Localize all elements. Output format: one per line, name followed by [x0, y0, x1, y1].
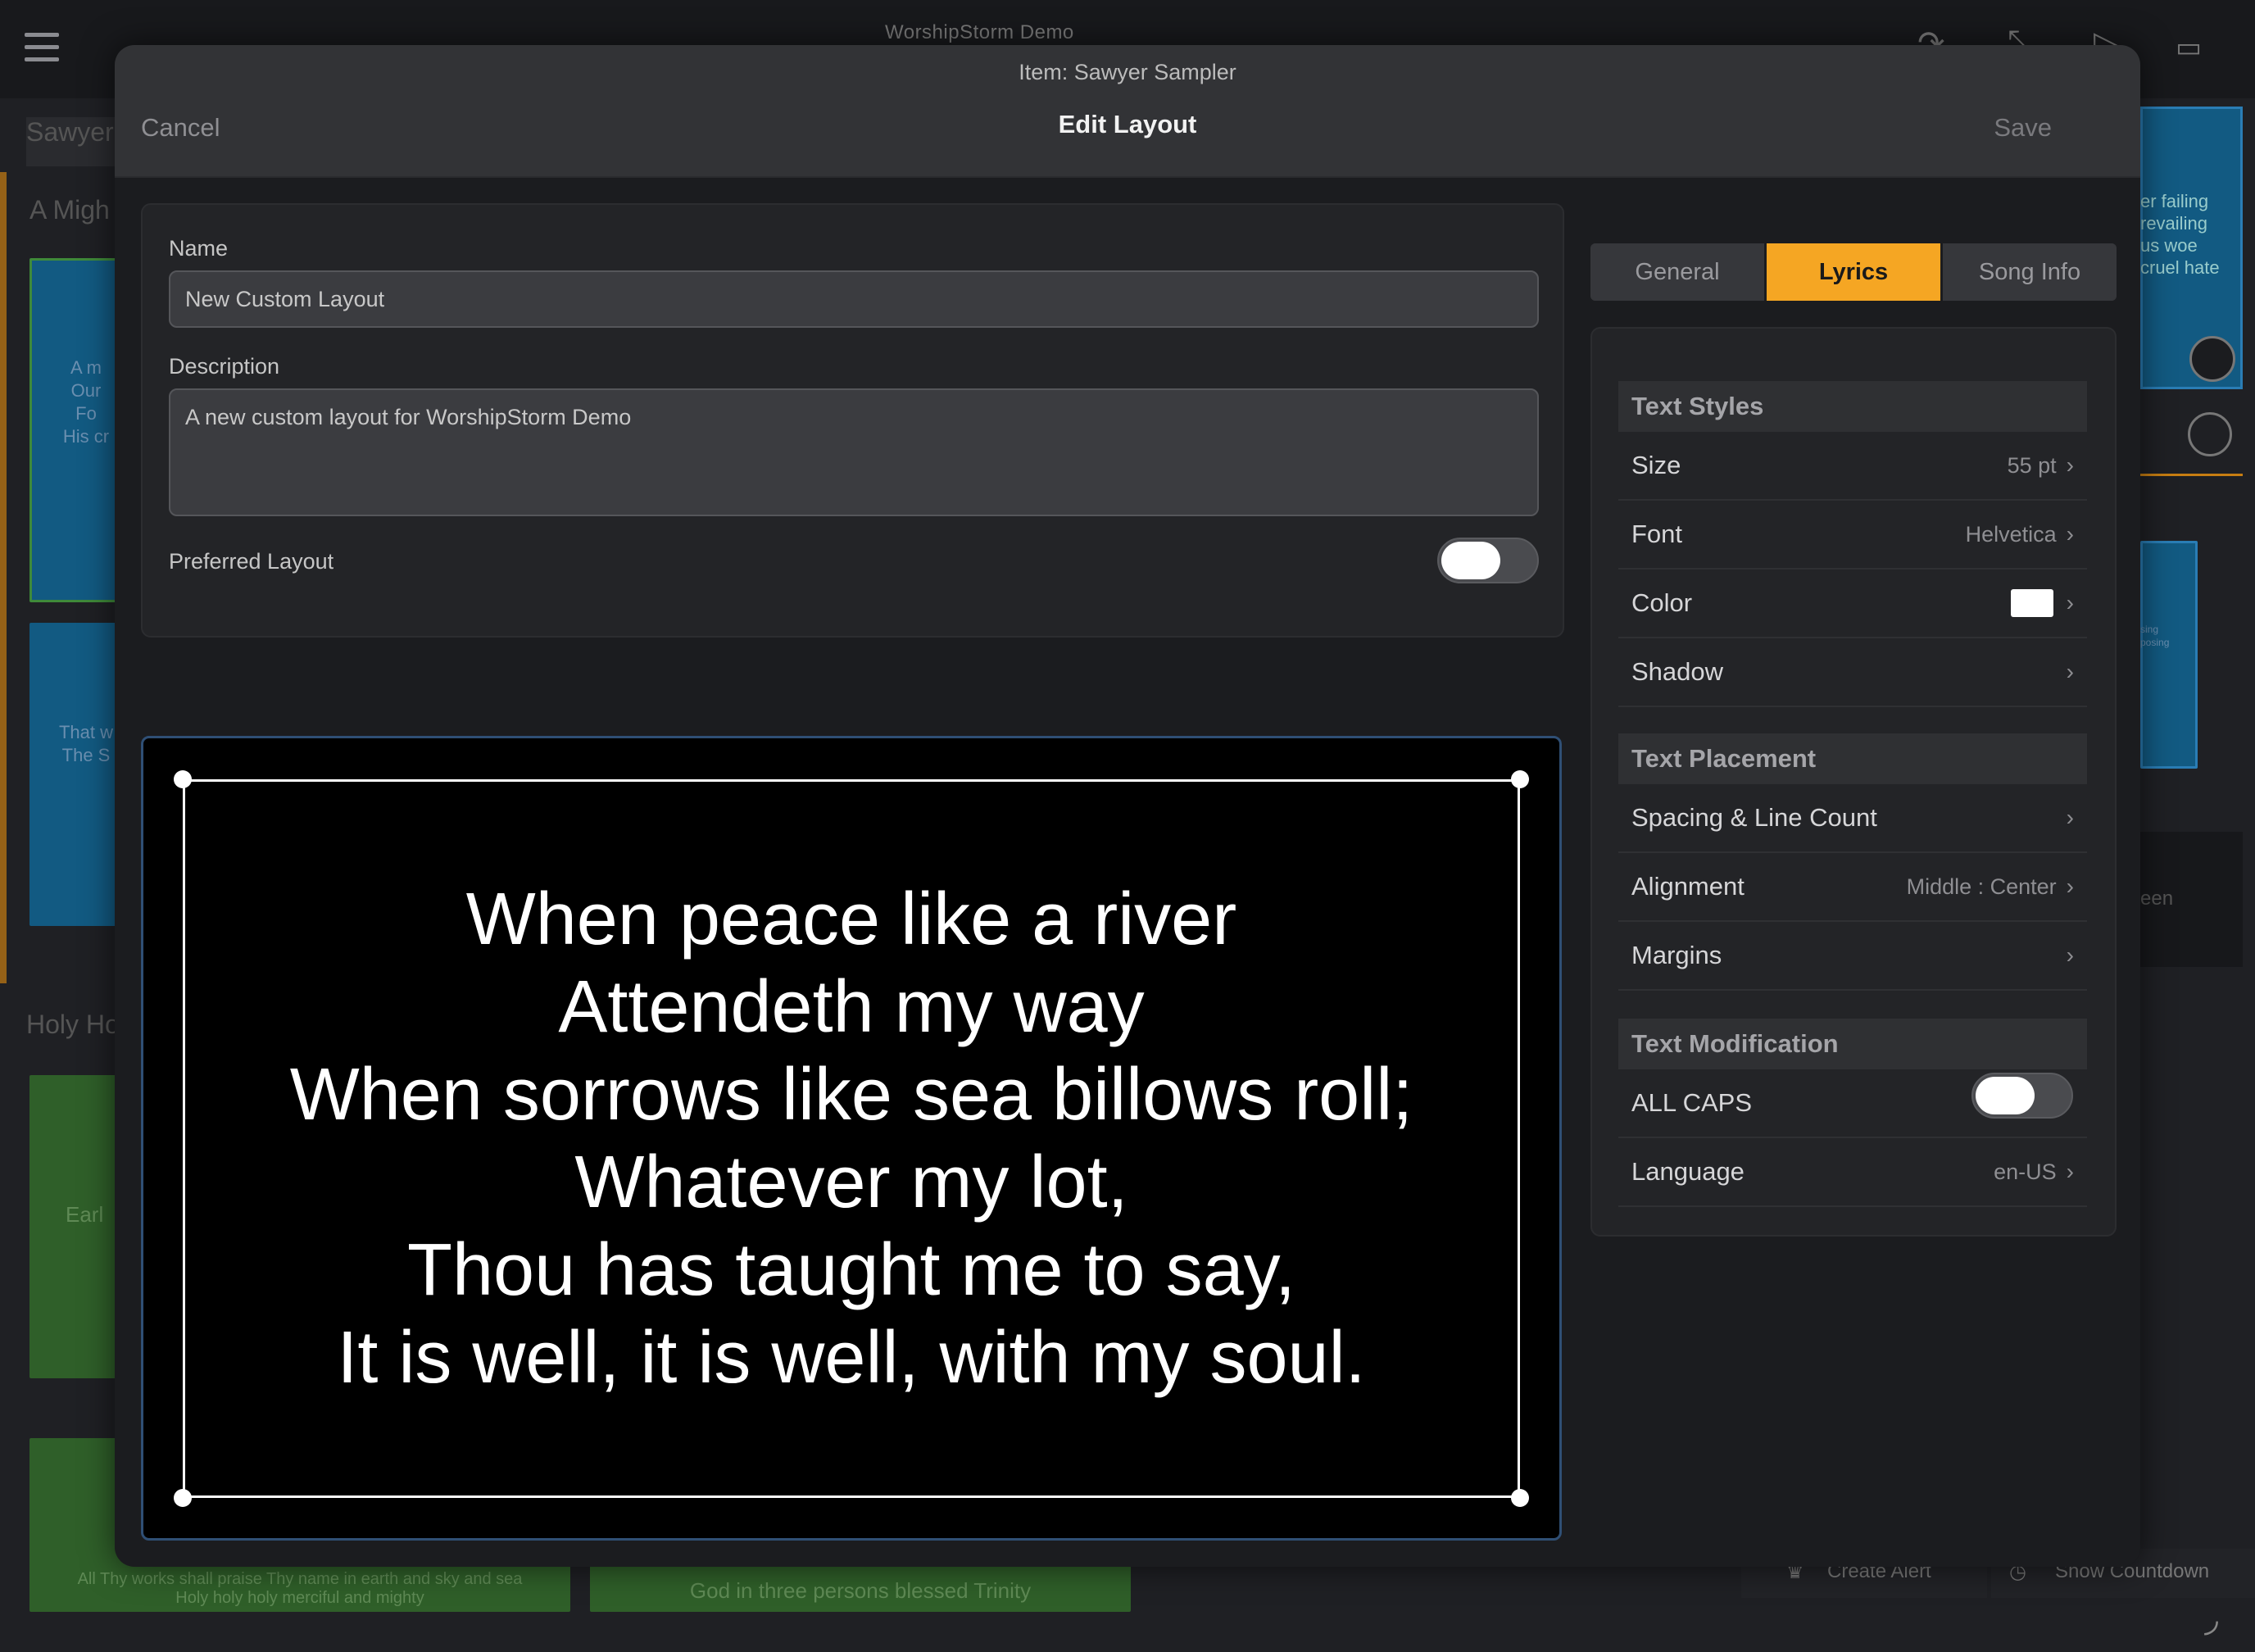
save-button[interactable]: Save — [1994, 113, 2052, 143]
screen-icon[interactable]: ▭ — [2176, 31, 2202, 64]
item-subtitle: Item: Sawyer Sampler — [1019, 60, 1236, 84]
slide-thumbnail-text: God in three persons blessed Trinity — [689, 1578, 1032, 1603]
sidebar-section-title: Sawyer — [26, 117, 116, 166]
tab-song-info[interactable]: Song Info — [1943, 243, 2117, 301]
margins-label: Margins — [1631, 941, 1722, 969]
menu-icon[interactable] — [25, 33, 59, 62]
chevron-right-icon: › — [2066, 874, 2074, 899]
modal-header: Item: Sawyer Sampler Edit Layout Cancel … — [115, 45, 2140, 178]
alignment-value: Middle : Center — [1906, 874, 2057, 899]
shadow-row[interactable]: Shadow › — [1618, 638, 2087, 707]
slide-thumbnail[interactable] — [29, 1075, 120, 1378]
language-value: en-US — [1994, 1159, 2057, 1184]
lyrics-settings-panel: Text Styles Size 55 pt › Font Helvetica … — [1590, 327, 2117, 1237]
size-value: 55 pt — [2007, 452, 2057, 478]
screen-label: een — [2140, 887, 2174, 910]
toggle-knob — [1441, 542, 1500, 579]
lyric-line: Attendeth my way — [558, 965, 1145, 1048]
toggle-knob — [1976, 1077, 2035, 1114]
lyric-line: When sorrows like sea billows roll; — [289, 1053, 1413, 1136]
chevron-right-icon: › — [2066, 590, 2074, 615]
chevron-right-icon: › — [2066, 805, 2074, 830]
margins-row[interactable]: Margins › — [1618, 922, 2087, 991]
chevron-right-icon: › — [2066, 452, 2074, 478]
live-slide-text: er failing revailing us woe cruel hate — [2140, 191, 2220, 278]
slide-thumbnail-text: sing posing — [2140, 624, 2170, 648]
text-styles-header: Text Styles — [1618, 381, 2087, 432]
language-label: Language — [1631, 1157, 1745, 1186]
language-row[interactable]: Language en-US › — [1618, 1138, 2087, 1207]
slide-thumbnail[interactable] — [29, 623, 120, 926]
color-label: Color — [1631, 588, 1693, 617]
lyric-line: When peace like a river — [465, 878, 1237, 960]
slide-thumbnail-text: All Thy works shall praise Thy name in e… — [77, 1570, 523, 1607]
preferred-layout-toggle[interactable] — [1437, 538, 1539, 583]
lyrics-text: When peace like a river Attendeth my way… — [183, 779, 1520, 1498]
lyric-line: It is well, it is well, with my soul. — [337, 1316, 1366, 1399]
all-caps-toggle[interactable] — [1971, 1073, 2073, 1119]
expand-icon[interactable] — [2189, 336, 2235, 382]
app-title: WorshipStorm Demo — [885, 21, 1074, 43]
sidebar-item[interactable]: A Migh — [29, 195, 110, 225]
name-label: Name — [169, 236, 229, 261]
layout-details-panel: Name New Custom Layout Description A new… — [141, 203, 1564, 638]
slide-thumbnail-text: A m Our Fo His cr — [62, 357, 110, 447]
slide-thumbnail[interactable] — [2140, 541, 2198, 769]
description-input[interactable]: A new custom layout for WorshipStorm Dem… — [169, 388, 1539, 516]
spacing-row[interactable]: Spacing & Line Count › — [1618, 784, 2087, 853]
modal-title: Edit Layout — [1058, 110, 1197, 138]
chevron-right-icon: › — [2066, 942, 2074, 968]
spacing-label: Spacing & Line Count — [1631, 803, 1877, 832]
description-label: Description — [169, 354, 280, 379]
chevron-right-icon: › — [2066, 521, 2074, 547]
shadow-label: Shadow — [1631, 657, 1724, 686]
font-row[interactable]: Font Helvetica › — [1618, 501, 2087, 570]
next-arrow-icon[interactable] — [2188, 412, 2232, 456]
active-indicator — [0, 172, 7, 983]
color-swatch — [2010, 589, 2053, 617]
edit-layout-modal: Item: Sawyer Sampler Edit Layout Cancel … — [115, 45, 2140, 1567]
alignment-label: Alignment — [1631, 872, 1745, 901]
chevron-right-icon: › — [2066, 659, 2074, 684]
slide-thumbnail-text: Earl — [66, 1202, 104, 1227]
text-modification-header: Text Modification — [1618, 1019, 2087, 1069]
lyric-line: Thou has taught me to say, — [407, 1228, 1295, 1311]
preferred-layout-label: Preferred Layout — [169, 549, 334, 574]
name-input[interactable]: New Custom Layout — [169, 270, 1539, 328]
text-placement-header: Text Placement — [1618, 733, 2087, 784]
size-row[interactable]: Size 55 pt › — [1618, 432, 2087, 501]
font-value: Helvetica — [1965, 521, 2057, 547]
layout-preview: When peace like a river Attendeth my way… — [141, 736, 1562, 1541]
slide-thumbnail-text: That w The S — [58, 722, 114, 765]
font-label: Font — [1631, 520, 1683, 548]
color-row[interactable]: Color › — [1618, 570, 2087, 638]
resize-grip-icon[interactable]: ◞ — [2204, 1598, 2218, 1640]
divider — [2140, 474, 2243, 476]
cancel-button[interactable]: Cancel — [141, 113, 220, 143]
settings-tabs: General Lyrics Song Info — [1590, 243, 2117, 301]
size-label: Size — [1631, 451, 1681, 479]
chevron-right-icon: › — [2066, 1159, 2074, 1184]
tab-lyrics[interactable]: Lyrics — [1767, 243, 1943, 301]
lyric-line: Whatever my lot, — [574, 1141, 1128, 1223]
alignment-row[interactable]: Alignment Middle : Center › — [1618, 853, 2087, 922]
sidebar-section-title: Holy Ho — [26, 1010, 120, 1039]
tab-general[interactable]: General — [1590, 243, 1767, 301]
